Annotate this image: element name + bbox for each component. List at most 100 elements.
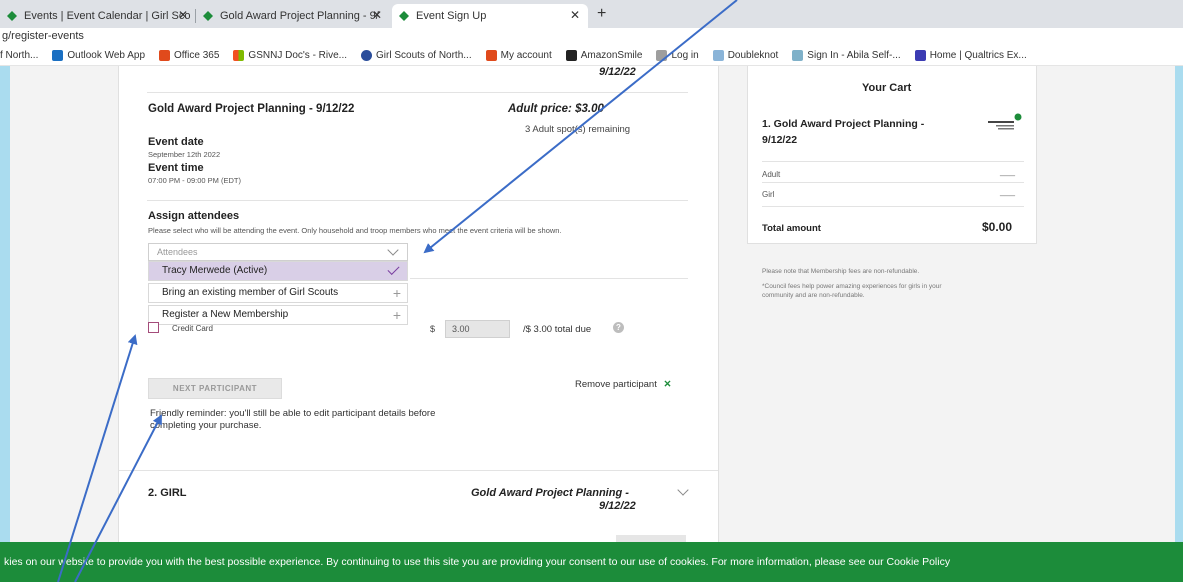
doubleknot-icon	[712, 50, 724, 61]
bookmark-item[interactable]: Log in	[656, 50, 699, 61]
page-edge	[1175, 66, 1183, 582]
event-date-label: Event date	[148, 136, 204, 148]
event-date-value: September 12th 2022	[148, 150, 221, 159]
tab-label: Gold Award Project Planning - 9/	[220, 10, 379, 22]
council-note-1: *Council fees help power amazing experie…	[762, 283, 942, 290]
office-icon	[485, 50, 497, 61]
event-time-label: Event time	[148, 162, 204, 174]
girl-scouts-icon	[399, 11, 409, 21]
bookmark-label: Sign In - Abila Self-...	[807, 50, 901, 61]
girl-scouts-logo	[984, 112, 1024, 134]
dropdown-item-new-membership[interactable]: Register a New Membership +	[148, 305, 408, 325]
dropdown-item-existing-member[interactable]: Bring an existing member of Girl Scouts …	[148, 283, 408, 303]
event-title: Gold Award Project Planning - 9/12/22	[148, 103, 355, 115]
girl-scouts-icon	[203, 11, 213, 21]
bookmark-item[interactable]: f North...	[0, 50, 38, 61]
assign-attendees-title: Assign attendees	[148, 210, 240, 222]
adult-price: Adult price: $3.00	[508, 103, 604, 115]
abila-icon	[792, 50, 804, 61]
bookmark-item[interactable]: Home | Qualtrics Ex...	[914, 50, 1027, 61]
new-tab-button[interactable]: +	[597, 5, 606, 23]
next-participant-button[interactable]: NEXT PARTICIPANT	[148, 378, 282, 399]
girl-scouts-icon	[7, 11, 17, 21]
spots-remaining: 3 Adult spot(s) remaining	[525, 124, 631, 135]
membership-note: Please note that Membership fees are non…	[762, 268, 920, 275]
divider	[119, 470, 718, 471]
close-icon[interactable]: ✕	[570, 8, 580, 22]
dropdown-item-tracy[interactable]: Tracy Merwede (Active)	[148, 261, 408, 281]
bookmark-item[interactable]: Sign In - Abila Self-...	[792, 50, 901, 61]
cart-adult-label: Adult	[762, 170, 781, 179]
cookie-banner: kies on our website to provide you with …	[0, 542, 1183, 582]
browser-tab-event-signup[interactable]: Event Sign Up ✕	[392, 4, 588, 28]
bookmark-label: GSNNJ Doc's - Rive...	[248, 50, 348, 61]
cart-item-title-2: 9/12/22	[762, 134, 798, 146]
close-icon: ✕	[663, 379, 672, 390]
cart-total-value: $0.00	[982, 220, 1013, 234]
bookmark-label: f North...	[0, 50, 39, 61]
bookmark-label: Log in	[671, 50, 699, 61]
close-icon[interactable]: ✕	[372, 8, 382, 22]
close-icon[interactable]: ✕	[178, 8, 188, 22]
amount-input[interactable]: 3.00	[445, 320, 510, 338]
tab-label: Events | Event Calendar | Girl Sco	[24, 10, 191, 22]
divider	[147, 92, 688, 93]
divider	[147, 200, 688, 201]
council-note-2: community and are non-refundable.	[762, 292, 865, 299]
divider	[762, 206, 1024, 207]
participant-2-title-2: 9/12/22	[599, 500, 636, 512]
plus-icon: +	[392, 285, 401, 301]
bookmark-label: Girl Scouts of North...	[376, 50, 472, 61]
currency-symbol: $	[430, 324, 436, 334]
bookmark-item[interactable]: GSNNJ Doc's - Rive...	[233, 50, 347, 61]
remove-participant-label: Remove participant	[575, 379, 657, 390]
divider	[410, 278, 688, 279]
girl-scouts-logo-icon	[988, 113, 1022, 130]
dropdown-item-label: Register a New Membership	[162, 309, 289, 320]
bookmark-item[interactable]: Outlook Web App	[52, 50, 145, 61]
bookmark-item[interactable]: Office 365	[159, 50, 219, 61]
amazon-icon	[565, 50, 577, 61]
bookmark-label: Outlook Web App	[67, 50, 146, 61]
reminder-text-1: Friendly reminder: you'll still be able …	[150, 408, 436, 419]
total-due: /$ 3.00 total due	[523, 324, 592, 335]
plus-icon: +	[392, 307, 401, 323]
divider	[762, 182, 1024, 183]
browser-tab-events[interactable]: Events | Event Calendar | Girl Sco ✕	[0, 4, 196, 28]
cart-title: Your Cart	[862, 82, 912, 94]
remove-participant-link[interactable]: Remove participant ✕	[575, 379, 671, 390]
cart-total-label: Total amount	[762, 223, 821, 234]
bookmark-item[interactable]: Doubleknot	[712, 50, 779, 61]
browser-tab-bar: Events | Event Calendar | Girl Sco ✕ Gol…	[0, 0, 1183, 28]
assign-attendees-desc: Please select who will be attending the …	[148, 226, 562, 235]
cart-adult-value: ___	[1000, 166, 1016, 176]
participant-2-label: 2. GIRL	[148, 487, 187, 499]
circle-icon	[361, 50, 373, 61]
address-bar[interactable]: g/register-events	[0, 28, 1183, 46]
credit-card-checkbox[interactable]	[148, 322, 159, 333]
cart-girl-value: ___	[1000, 186, 1016, 196]
reminder-text-2: completing your purchase.	[150, 420, 262, 431]
event-time-value: 07:00 PM - 09:00 PM (EDT)	[148, 176, 241, 185]
bookmark-item[interactable]: My account	[485, 50, 552, 61]
bookmark-label: Office 365	[174, 50, 220, 61]
outlook-icon	[52, 50, 64, 61]
bookmarks-bar: f North... Outlook Web App Office 365 GS…	[0, 46, 1183, 66]
browser-tab-gold-award[interactable]: Gold Award Project Planning - 9/ ✕	[196, 4, 390, 28]
tab-label: Event Sign Up	[416, 10, 487, 22]
cart-girl-label: Girl	[762, 190, 775, 199]
bookmark-item[interactable]: AmazonSmile	[565, 50, 642, 61]
event-date-top: 9/12/22	[599, 66, 636, 78]
bookmark-label: Doubleknot	[727, 50, 779, 61]
help-icon[interactable]: ?	[613, 322, 624, 333]
attendees-select[interactable]: Attendees	[148, 243, 408, 261]
bookmark-item[interactable]: Girl Scouts of North...	[361, 50, 472, 61]
page-content: 9/12/22 Gold Award Project Planning - 9/…	[0, 66, 1183, 582]
cart-item-title-1: 1. Gold Award Project Planning -	[762, 118, 925, 130]
page-edge	[0, 66, 10, 582]
chevron-down-icon	[387, 244, 399, 256]
divider	[762, 161, 1024, 162]
participant-2-title-1: Gold Award Project Planning -	[471, 487, 629, 499]
qualtrics-icon	[914, 50, 926, 61]
credit-card-label: Credit Card	[172, 324, 213, 333]
